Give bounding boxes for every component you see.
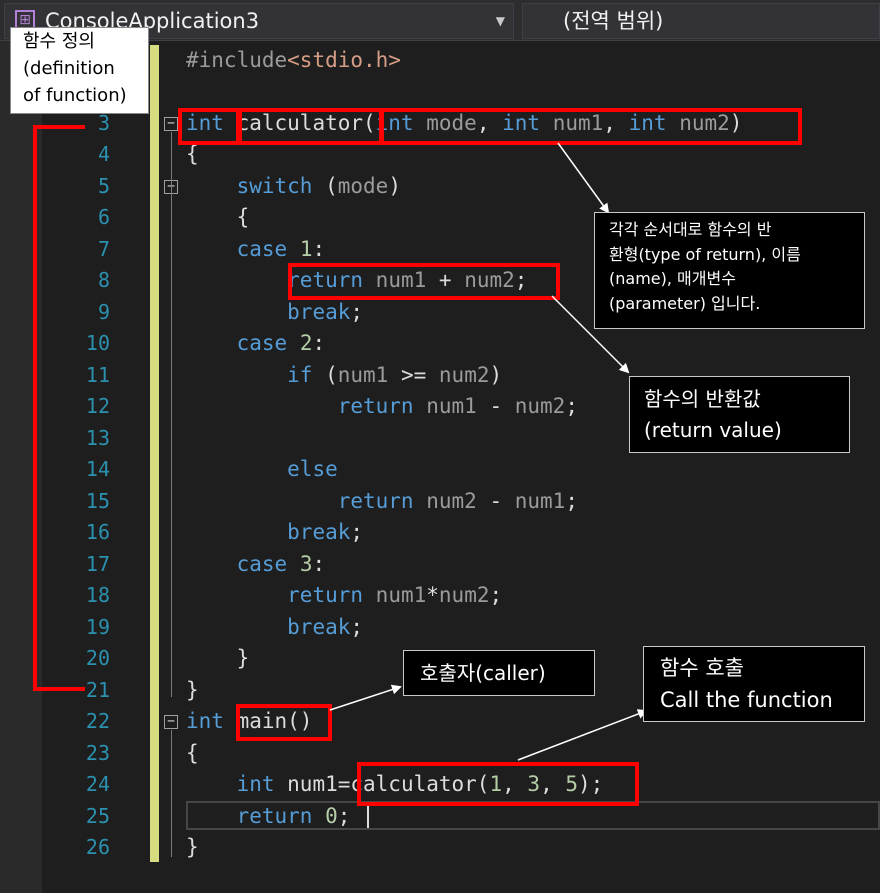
callout-text: 함수의 반환값 (644, 387, 761, 411)
callout-text: 환형(type of return), 이름 (609, 244, 801, 264)
caller-callout: 호출자(caller) (403, 650, 595, 696)
callout-text: (return value) (644, 418, 782, 442)
callout-text: (definition (23, 58, 115, 79)
callout-text: Call the function (660, 688, 833, 712)
callout-text: 각각 순서대로 함수의 반 (609, 220, 772, 239)
callout-text: of function) (23, 85, 127, 106)
definition-callout: 함수 정의 (definition of function) (10, 27, 149, 114)
callout-text: 함수 호출 (660, 656, 744, 680)
return-value-callout: 함수의 반환값 (return value) (629, 376, 850, 453)
callout-text: (name), 매개변수 (609, 269, 736, 288)
callout-text: 함수 정의 (23, 31, 95, 52)
function-parts-callout: 각각 순서대로 함수의 반 환형(type of return), 이름 (na… (594, 212, 865, 329)
callout-text: 호출자(caller) (420, 661, 546, 685)
function-call-callout: 함수 호출 Call the function (643, 646, 865, 722)
callout-text: (parameter) 입니다. (609, 293, 761, 313)
